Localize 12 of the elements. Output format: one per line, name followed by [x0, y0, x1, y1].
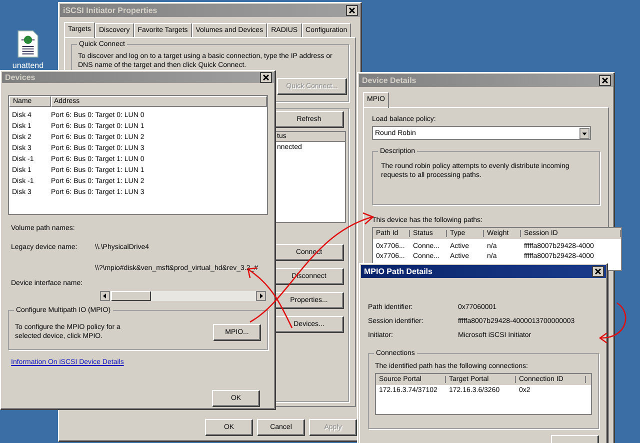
close-icon[interactable]: [592, 266, 604, 277]
window-title: MPIO Path Details: [364, 267, 432, 276]
web-document-icon[interactable]: [17, 30, 39, 58]
annotation-arrow: [598, 302, 626, 344]
scroll-right-icon[interactable]: [256, 291, 266, 301]
scroll-left-icon[interactable]: [100, 291, 110, 301]
desktop-icon-label[interactable]: unattend: [12, 61, 44, 70]
scrollbar-thumb[interactable]: [111, 291, 151, 301]
window-title: Device Details: [362, 76, 416, 85]
horizontal-scrollbar[interactable]: [100, 291, 266, 301]
window-title: Devices: [5, 73, 36, 82]
window-title: iSCSI Initiator Properties: [63, 6, 158, 15]
